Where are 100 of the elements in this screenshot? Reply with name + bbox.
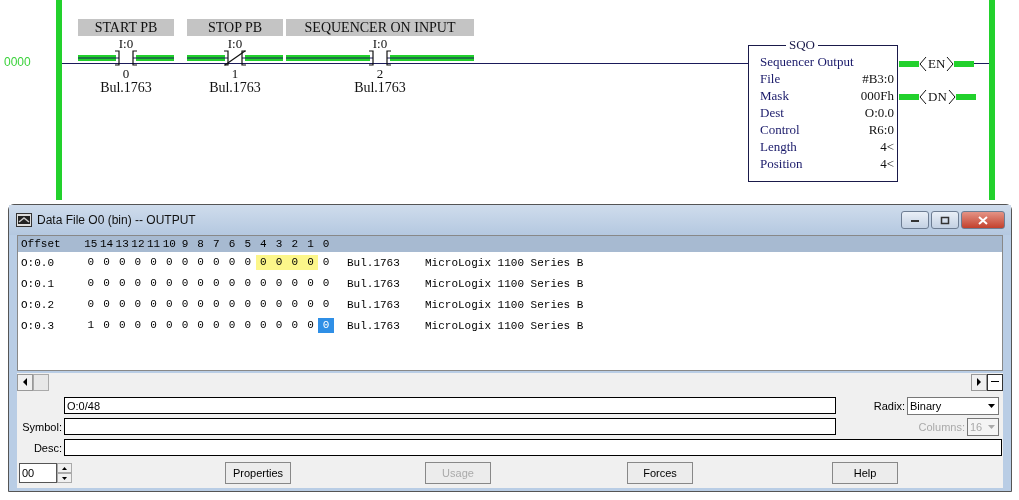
bit-cell[interactable]: 0 (224, 255, 240, 270)
bit-cell[interactable]: 0 (192, 276, 209, 291)
bit-cell[interactable]: 0 (161, 297, 178, 312)
bit-cell[interactable]: 0 (177, 255, 193, 270)
bit-cell[interactable]: 0 (302, 276, 319, 291)
desc-field[interactable] (64, 439, 1002, 456)
bit-cell[interactable]: 0 (130, 297, 146, 312)
bit-cell[interactable]: 1 (83, 318, 99, 333)
bit-cell[interactable]: 0 (145, 318, 162, 333)
bit-cell[interactable]: 0 (98, 297, 115, 312)
bit-cell[interactable]: 0 (98, 255, 115, 270)
bit-cell[interactable]: 0 (239, 276, 256, 291)
instruction-title: Sequencer Output (760, 53, 855, 70)
bit-cell[interactable]: 0 (286, 297, 303, 312)
bit-cell[interactable]: 0 (302, 297, 319, 312)
bit-cell[interactable]: 0 (255, 255, 272, 270)
output-coil[interactable]: EN (899, 55, 975, 72)
radix-label: Radix: (873, 399, 906, 412)
scroll-right-button[interactable] (971, 373, 987, 391)
bit-cell[interactable]: 0 (208, 318, 225, 333)
contact-symbol[interactable] (78, 50, 174, 66)
bit-cell[interactable]: 0 (318, 297, 334, 312)
right-arrow-icon (977, 378, 981, 386)
coil-bracket-icon (919, 55, 927, 72)
contact-symbol[interactable] (187, 50, 283, 66)
bit-cell[interactable]: 0 (224, 297, 240, 312)
bit-cell[interactable]: 0 (114, 297, 131, 312)
bit-cell[interactable]: 0 (271, 297, 287, 312)
column-header: 3 (274, 238, 284, 250)
bit-cell[interactable]: 0 (255, 297, 272, 312)
bit-cell[interactable]: 0 (161, 276, 178, 291)
bit-cell[interactable]: 0 (177, 297, 193, 312)
bit-cell[interactable]: 0 (114, 318, 131, 333)
column-header: 8 (196, 238, 205, 250)
bit-cell[interactable]: 0 (98, 276, 115, 291)
bit-cell[interactable]: 0 (224, 318, 240, 333)
dialog-button[interactable]: Properties (225, 462, 291, 484)
bit-cell[interactable]: 0 (208, 276, 225, 291)
close-button[interactable] (961, 211, 1005, 229)
bit-cell[interactable]: 0 (83, 297, 99, 312)
description-cell-text: MicroLogix 1100 Series B (425, 298, 585, 311)
scroll-left-button[interactable] (17, 373, 33, 391)
bit-cell[interactable]: 0 (318, 276, 334, 291)
contact-symbol[interactable] (286, 50, 474, 66)
bit-cell[interactable]: 0 (192, 297, 209, 312)
bit-cell[interactable]: 0 (145, 297, 162, 312)
symbol-field[interactable] (64, 418, 836, 435)
contact-module: Bul.1763 (100, 80, 152, 95)
bit-cell[interactable]: 0 (255, 318, 272, 333)
bit-cell[interactable]: 0 (98, 318, 115, 333)
bit-cell[interactable]: 0 (192, 255, 209, 270)
bit-cell[interactable]: 0 (114, 276, 131, 291)
minimize-button[interactable] (901, 211, 929, 229)
bit-cell[interactable]: 0 (271, 276, 287, 291)
bit-cell[interactable]: 0 (302, 318, 319, 333)
column-header: 4 (259, 238, 268, 250)
spin-field[interactable]: 00 (19, 463, 57, 483)
spin-down-button[interactable] (57, 473, 72, 483)
bit-cell[interactable]: 0 (255, 276, 272, 291)
maximize-button[interactable] (931, 211, 959, 229)
bit-cell[interactable]: 0 (286, 276, 303, 291)
bit-cell[interactable]: 0 (130, 318, 146, 333)
bit-cell[interactable]: 0 (145, 276, 162, 291)
down-arrow-icon (62, 476, 67, 480)
close-icon (978, 215, 988, 225)
bit-cell[interactable]: 0 (271, 318, 287, 333)
description-cell-text: MicroLogix 1100 Series B (425, 277, 585, 290)
bit-cell[interactable]: 0 (208, 297, 225, 312)
bit-cell[interactable]: 0 (83, 255, 99, 270)
dialog-button[interactable]: Help (832, 462, 898, 484)
bit-cell[interactable]: 0 (224, 276, 240, 291)
parameter-value: O:0.0 (864, 104, 894, 121)
bit-cell[interactable]: 0 (318, 255, 334, 270)
output-coil[interactable]: DN (899, 88, 976, 105)
bit-cell[interactable]: 0 (83, 276, 99, 291)
bit-cell[interactable]: 0 (177, 318, 193, 333)
dialog-button[interactable]: Forces (627, 462, 693, 484)
bit-cell[interactable]: 0 (239, 255, 256, 270)
scroll-thumb[interactable] (33, 373, 49, 391)
bit-cell[interactable]: 0 (161, 318, 178, 333)
bit-cell[interactable]: 0 (239, 297, 256, 312)
bit-cell[interactable]: 0 (130, 255, 146, 270)
column-header: 7 (212, 238, 221, 250)
parameter-value: 4< (880, 155, 894, 172)
bit-cell[interactable]: 0 (145, 255, 162, 270)
spin-up-button[interactable] (57, 463, 72, 473)
bit-cell[interactable]: 0 (192, 318, 209, 333)
bit-cell[interactable]: 0 (177, 276, 193, 291)
address-field[interactable]: O:0/48 (64, 397, 836, 414)
bit-cell[interactable]: 0 (239, 318, 256, 333)
bit-cell[interactable]: 0 (286, 318, 303, 333)
bit-cell[interactable]: 0 (271, 255, 287, 270)
radix-dropdown[interactable]: Binary (907, 396, 999, 415)
collapse-button[interactable] (987, 373, 1003, 391)
bit-cell[interactable]: 0 (114, 255, 131, 270)
column-header: 15 (83, 238, 99, 250)
contact-bit: 2 (376, 67, 384, 80)
bit-cell[interactable]: 0 (208, 255, 225, 270)
bit-cell[interactable]: 0 (161, 255, 178, 270)
bit-cell[interactable]: 0 (130, 276, 146, 291)
